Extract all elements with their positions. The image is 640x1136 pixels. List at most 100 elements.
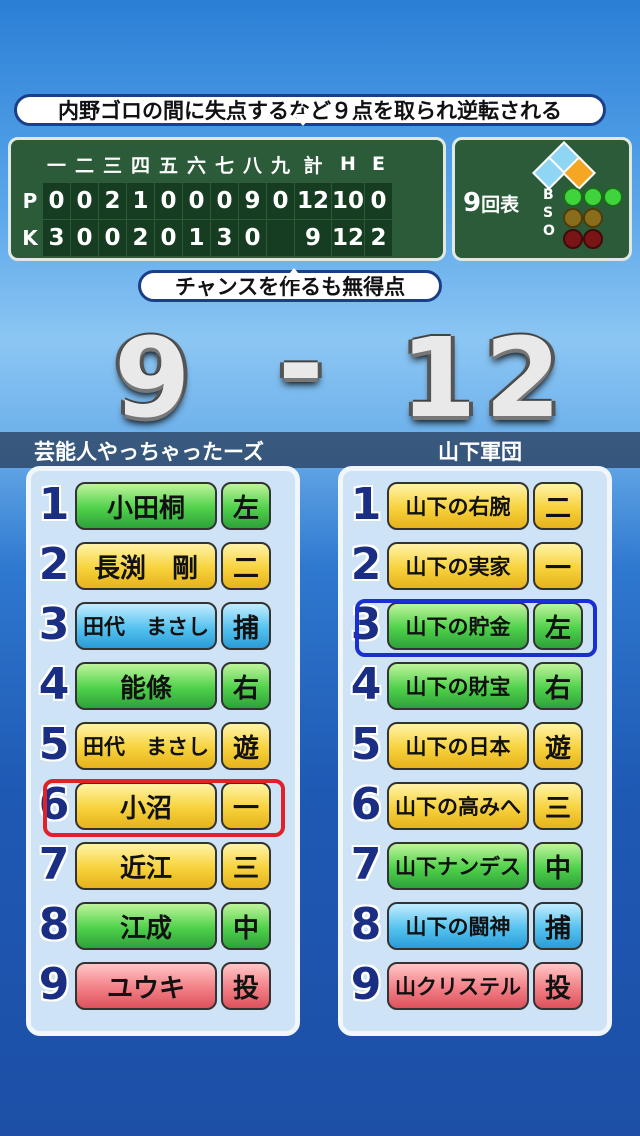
batting-order-number: 4 <box>38 659 70 710</box>
player-name[interactable]: 近江 <box>75 842 217 890</box>
player-name[interactable]: 山下の高みへ <box>387 782 529 830</box>
inning-score: 0 <box>266 182 295 220</box>
batting-order-number: 2 <box>350 539 382 590</box>
inning-score: 0 <box>154 182 183 220</box>
inning-score: 0 <box>182 182 211 220</box>
player-name[interactable]: 山下の右腕 <box>387 482 529 530</box>
batting-order-number: 6 <box>350 779 382 830</box>
position-badge: 一 <box>533 542 583 590</box>
position-badge: 左 <box>221 482 271 530</box>
inning-score: 1 <box>182 219 211 257</box>
position-badge: 右 <box>221 662 271 710</box>
position-badge: 投 <box>221 962 271 1010</box>
score-left: 9 <box>114 314 199 442</box>
inning-header: 九 <box>270 154 290 177</box>
ball-label: B <box>543 187 554 203</box>
bso-labels: B S O <box>543 186 555 240</box>
inning-header: 二 <box>74 154 94 177</box>
position-badge: 捕 <box>221 602 271 650</box>
lineup-row[interactable]: 5 山下の日本 遊 <box>349 717 605 775</box>
out-light <box>563 229 583 249</box>
player-name[interactable]: 田代 まさし <box>75 722 217 770</box>
total-score: 9 <box>294 219 332 257</box>
ball-light <box>563 187 583 207</box>
batting-order-number: 5 <box>38 719 70 770</box>
play-description-text: 内野ゴロの間に失点するなど９点を取られ逆転される <box>58 99 562 123</box>
batting-order-number: 7 <box>38 839 70 890</box>
batting-order-number: 9 <box>350 959 382 1010</box>
player-name[interactable]: ユウキ <box>75 962 217 1010</box>
selected-batter-highlight <box>43 779 285 837</box>
player-name[interactable]: 山下ナンデス <box>387 842 529 890</box>
lineup-row[interactable]: 4 山下の財宝 右 <box>349 657 605 715</box>
batting-order-number: 5 <box>350 719 382 770</box>
scoreboard-row-k: K 3 0 0 2 0 1 3 0 9 12 2 <box>17 219 394 257</box>
inning-score: 1 <box>126 182 155 220</box>
batting-order-number: 2 <box>38 539 70 590</box>
position-badge: 遊 <box>533 722 583 770</box>
ball-light <box>603 187 623 207</box>
lineup-row[interactable]: 5 田代 まさし 遊 <box>37 717 293 775</box>
inning-header: 一 <box>46 154 66 177</box>
lineup-row[interactable]: 4 能條 右 <box>37 657 293 715</box>
lineup-row[interactable]: 1 小田桐 左 <box>37 477 293 535</box>
total-score: 12 <box>294 182 332 220</box>
inning-header: 三 <box>102 154 122 177</box>
scoreboard: 一 二 三 四 五 六 七 八 九 計 H E P 0 0 2 1 0 0 0 … <box>8 137 446 261</box>
lineup-row[interactable]: 9 ユウキ 投 <box>37 957 293 1015</box>
position-badge: 投 <box>533 962 583 1010</box>
player-name[interactable]: 山下の実家 <box>387 542 529 590</box>
lineup-row[interactable]: 8 江成 中 <box>37 897 293 955</box>
lineup-row[interactable]: 9 山クリステル 投 <box>349 957 605 1015</box>
hits-header: H <box>340 153 356 175</box>
inning-score: 9 <box>238 182 267 220</box>
lineup-panel-left: 1 小田桐 左 2 長渕 剛 二 3 田代 まさし 捕 4 能條 右 5 田代 … <box>26 466 300 1036</box>
player-name[interactable]: 山下の日本 <box>387 722 529 770</box>
batting-order-number: 8 <box>38 899 70 950</box>
player-name[interactable]: 田代 まさし <box>75 602 217 650</box>
batting-order-number: 7 <box>350 839 382 890</box>
inning-score: 2 <box>98 182 127 220</box>
player-name[interactable]: 江成 <box>75 902 217 950</box>
lineup-row[interactable]: 7 山下ナンデス 中 <box>349 837 605 895</box>
lineup-row[interactable]: 8 山下の闘神 捕 <box>349 897 605 955</box>
inning-score: 0 <box>98 219 127 257</box>
inning-header: 四 <box>130 154 150 177</box>
strike-label: S <box>543 205 554 221</box>
team-label: P <box>17 182 43 220</box>
batting-order-number: 1 <box>38 479 70 530</box>
lineup-row[interactable]: 2 長渕 剛 二 <box>37 537 293 595</box>
lineup-row[interactable]: 6 山下の高みへ 三 <box>349 777 605 835</box>
lineup-row[interactable]: 3 田代 まさし 捕 <box>37 597 293 655</box>
inning-score: 0 <box>210 182 239 220</box>
position-badge: 二 <box>533 482 583 530</box>
inning-score <box>266 219 295 257</box>
player-name[interactable]: 小田桐 <box>75 482 217 530</box>
player-name[interactable]: 山クリステル <box>387 962 529 1010</box>
player-name[interactable]: 山下の闘神 <box>387 902 529 950</box>
lineup-panel-right: 1 山下の右腕 二 2 山下の実家 一 3 山下の貯金 左 4 山下の財宝 右 … <box>338 466 612 1036</box>
hits-count: 12 <box>330 219 366 257</box>
score-right: 12 <box>400 314 570 442</box>
inning-header: 六 <box>186 154 206 177</box>
player-name[interactable]: 長渕 剛 <box>75 542 217 590</box>
strike-light <box>563 208 583 228</box>
lineup-row[interactable]: 2 山下の実家 一 <box>349 537 605 595</box>
lineup-row[interactable]: 7 近江 三 <box>37 837 293 895</box>
inning-score: 0 <box>154 219 183 257</box>
count-panel: 9回表 B S O <box>452 137 632 261</box>
batting-order-number: 3 <box>38 599 70 650</box>
out-light <box>583 229 603 249</box>
play-description-banner: 内野ゴロの間に失点するなど９点を取られ逆転される <box>14 94 606 126</box>
player-name[interactable]: 山下の財宝 <box>387 662 529 710</box>
player-name[interactable]: 能條 <box>75 662 217 710</box>
strike-light <box>583 208 603 228</box>
position-badge: 右 <box>533 662 583 710</box>
scoreboard-header-row: 一 二 三 四 五 六 七 八 九 計 H E <box>18 146 393 183</box>
errors-count: 0 <box>364 182 394 220</box>
batting-order-number: 9 <box>38 959 70 1010</box>
out-label: O <box>543 223 555 239</box>
inning-indicator: 9回表 <box>463 188 519 218</box>
lineup-row[interactable]: 1 山下の右腕 二 <box>349 477 605 535</box>
inning-score: 3 <box>210 219 239 257</box>
